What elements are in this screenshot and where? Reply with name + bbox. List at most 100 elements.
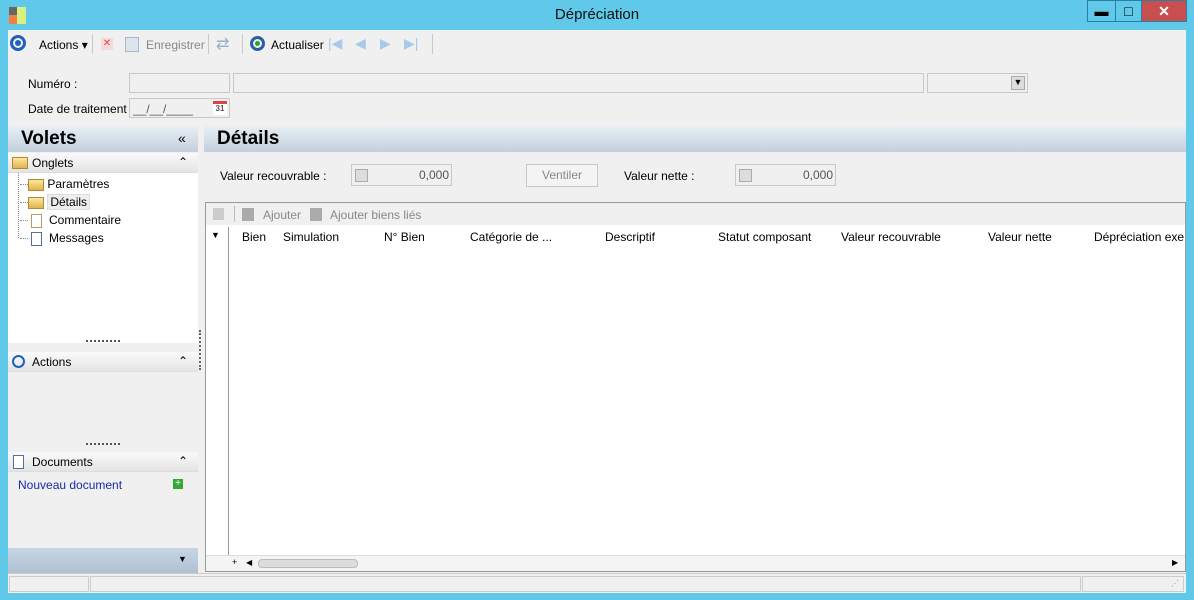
scroll-right-icon[interactable]: ▶ [1172,558,1178,567]
add-button[interactable]: Ajouter [263,208,301,222]
status-panel [9,576,89,592]
column-bien[interactable]: Bien [242,230,266,244]
calculator-icon[interactable] [739,169,752,182]
documents-title: Documents [32,455,93,469]
status-panel [1082,576,1184,592]
tree-item-label: Paramètres [47,177,110,191]
chevron-up-icon[interactable]: ⌃ [178,354,188,368]
date-label: Date de traitement : [28,102,134,116]
new-document-link[interactable]: Nouveau document [18,478,122,492]
note-icon [31,213,43,228]
separator [432,34,433,54]
splitter-grip[interactable] [86,443,120,445]
tree-item-details[interactable]: Détails [20,194,91,210]
numero-input[interactable] [129,73,230,93]
tree-item-parametres[interactable]: Paramètres [20,177,109,191]
folder-open-icon [28,196,44,209]
separator [208,34,209,54]
sidebar-title: Volets [21,128,77,149]
actions-label: Actions [39,38,79,52]
column-valeur-recouvrable[interactable]: Valeur recouvrable [841,230,941,244]
details-title: Détails [217,128,280,149]
status-bar: ⋰ [8,573,1186,593]
tree-item-messages[interactable]: Messages [20,231,104,246]
details-header: Détails [204,126,1186,152]
date-value: __/__/____ [133,102,194,116]
numero-description-input[interactable] [233,73,924,93]
minimize-button[interactable]: ▬ [1087,0,1116,22]
column-chooser-icon[interactable]: ▼ [211,230,220,240]
first-record-icon[interactable]: |◀ [328,35,342,52]
valeur-nette-input[interactable]: 0,000 [735,164,836,186]
scrollbar-thumb[interactable] [258,559,358,568]
tree-item-commentaire[interactable]: Commentaire [20,213,121,228]
window-title: Dépréciation [554,6,640,23]
actions-section-header[interactable]: Actions ⌃ [8,352,198,372]
column-statut-composant[interactable]: Statut composant [718,230,811,244]
numero-select[interactable]: ▼ [927,73,1028,93]
add-icon[interactable]: + [173,479,183,489]
add-row-button[interactable]: + [232,557,237,567]
column-n-bien[interactable]: N° Bien [384,230,425,244]
next-record-icon[interactable]: ▶ [380,35,391,52]
export-icon[interactable] [213,208,224,220]
folder-icon [12,157,28,169]
last-record-icon[interactable]: ▶| [404,35,418,52]
chevron-up-icon[interactable]: ⌃ [178,454,188,468]
actions-icon [10,35,26,51]
column-simulation[interactable]: Simulation [283,230,339,244]
onglets-title: Onglets [32,156,74,170]
sidebar-splitter[interactable] [199,330,201,370]
client-area: Actions ▾ ✕ Enregistrer ⇄ Actualiser |◀ … [8,30,1186,593]
document-icon [13,455,24,469]
resize-grip-icon[interactable]: ⋰ [1171,579,1179,588]
documents-section-header[interactable]: Documents ⌃ [8,452,198,472]
column-valeur-nette[interactable]: Valeur nette [988,230,1052,244]
tree-item-label: Détails [47,194,91,210]
separator [242,34,243,54]
horizontal-scrollbar[interactable]: + ◀ ▶ [206,555,1185,571]
column-depreciation[interactable]: Dépréciation exe [1094,230,1185,244]
actions-menu[interactable]: Actions ▾ [39,38,88,52]
column-categorie[interactable]: Catégorie de ... [470,230,552,244]
ventiler-button[interactable]: Ventiler [526,164,598,187]
valeur-recouvrable-label: Valeur recouvrable : [220,169,327,183]
add-row-icon [242,208,254,221]
save-button[interactable]: Enregistrer [146,38,205,52]
status-panel [90,576,1081,592]
sync-icon[interactable]: ⇄ [216,34,229,54]
previous-record-icon[interactable]: ◀ [355,35,366,52]
tabs-tree: Paramètres Détails Commentaire Messages [8,173,198,343]
calculator-icon[interactable] [355,169,368,182]
tree-line [18,173,19,238]
onglets-section-header[interactable]: Onglets ⌃ [8,153,198,173]
add-linked-button[interactable]: Ajouter biens liés [330,208,421,222]
chevron-down-icon[interactable]: ▼ [178,554,187,564]
collapse-sidebar-button[interactable]: « [178,130,186,146]
refresh-button[interactable]: Actualiser [271,38,324,52]
save-icon [125,37,139,52]
grid-header: ▼ Bien Simulation N° Bien Catégorie de .… [206,227,1185,247]
delete-icon[interactable]: ✕ [101,38,113,50]
date-input[interactable]: __/__/____ 31 [129,98,230,118]
splitter-grip[interactable] [86,340,120,342]
sidebar-footer: ▼ [8,548,198,574]
numero-label: Numéro : [28,77,78,91]
valeur-nette-label: Valeur nette : [624,169,695,183]
details-grid: Ajouter Ajouter biens liés ▼ Bien Simula… [205,202,1186,572]
sidebar-header: Volets « [8,126,198,152]
close-button[interactable]: ✕ [1141,0,1187,22]
actions-title: Actions [32,355,72,369]
add-linked-icon [310,208,322,221]
valeur-nette-value: 0,000 [802,168,833,182]
tree-item-label: Commentaire [49,213,122,227]
scroll-left-icon[interactable]: ◀ [246,558,252,567]
valeur-recouvrable-input[interactable]: 0,000 [351,164,452,186]
grid-toolbar: Ajouter Ajouter biens liés [206,203,1185,225]
valeur-recouvrable-value: 0,000 [418,168,449,182]
row-indicator-divider [228,227,229,572]
calendar-icon[interactable]: 31 [213,101,227,115]
maximize-button[interactable]: □ [1115,0,1142,22]
column-descriptif[interactable]: Descriptif [605,230,655,244]
chevron-up-icon[interactable]: ⌃ [178,155,188,169]
